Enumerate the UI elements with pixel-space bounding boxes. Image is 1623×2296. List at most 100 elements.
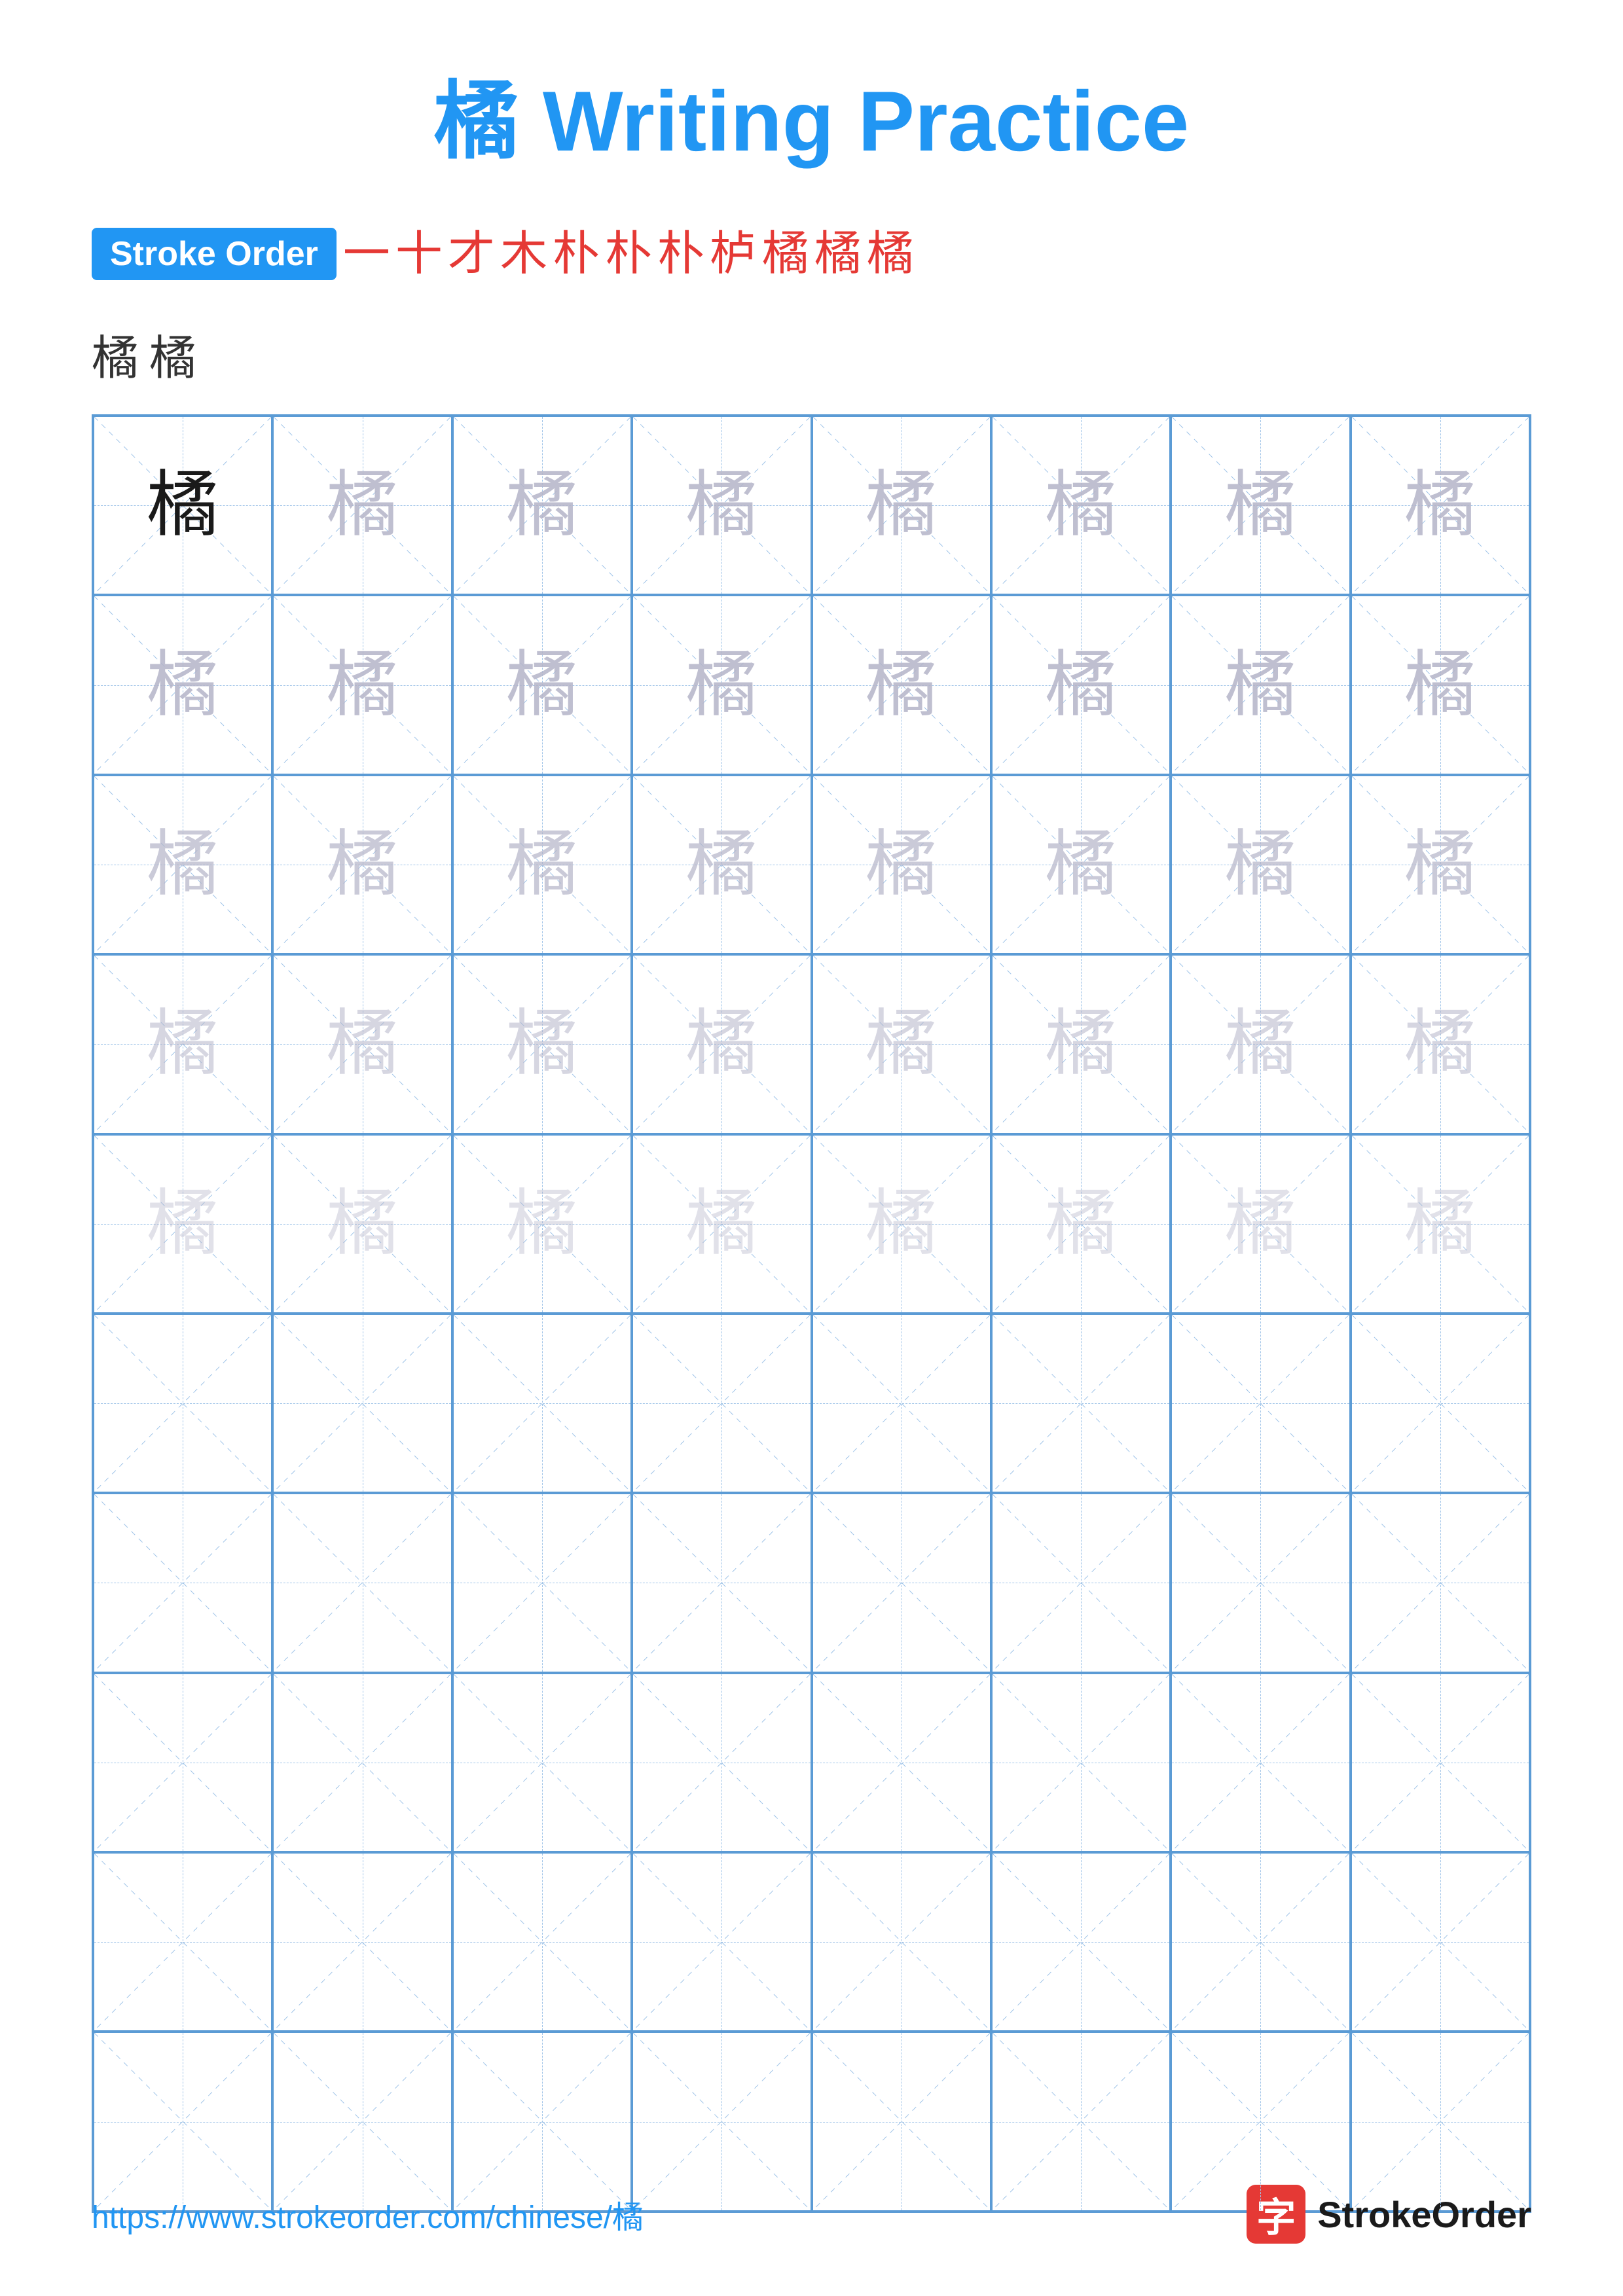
practice-char: 橘 bbox=[327, 649, 399, 721]
footer-logo-char: 字 bbox=[1256, 2186, 1296, 2243]
practice-char: 橘 bbox=[1404, 829, 1476, 901]
grid-cell: 橘 bbox=[93, 595, 272, 774]
grid-cell: 橘 bbox=[272, 416, 452, 595]
grid-cell: 橘 bbox=[452, 416, 632, 595]
practice-char: 橘 bbox=[866, 469, 938, 541]
stroke-char-3: 才 bbox=[448, 230, 495, 278]
footer: https://www.strokeorder.com/chinese/橘 字 … bbox=[92, 2185, 1531, 2244]
grid-cell[interactable] bbox=[812, 1673, 991, 1852]
grid-cell[interactable] bbox=[452, 1314, 632, 1493]
footer-brand: 字 StrokeOrder bbox=[1247, 2185, 1531, 2244]
grid-cell[interactable] bbox=[1351, 1673, 1530, 1852]
grid-cell[interactable] bbox=[991, 1314, 1171, 1493]
grid-row: 橘橘橘橘橘橘橘橘 bbox=[93, 595, 1530, 774]
practice-char: 橘 bbox=[147, 649, 219, 721]
grid-cell[interactable] bbox=[1171, 1493, 1350, 1672]
practice-char: 橘 bbox=[1045, 1188, 1117, 1260]
grid-cell: 橘 bbox=[1171, 1134, 1350, 1314]
footer-url[interactable]: https://www.strokeorder.com/chinese/橘 bbox=[92, 2191, 644, 2237]
stroke-order-row2: 橘 橘 bbox=[92, 319, 1531, 388]
grid-cell[interactable] bbox=[452, 1493, 632, 1672]
grid-cell[interactable] bbox=[1351, 1852, 1530, 2032]
grid-cell[interactable] bbox=[812, 1493, 991, 1672]
stroke-order-chars: 一 十 才 木 朴 朴 朴 栌 橘 橘 橘 bbox=[343, 230, 914, 278]
stroke-char-10: 橘 bbox=[814, 230, 862, 278]
cell-guide-svg bbox=[454, 1494, 630, 1671]
cell-guide-svg bbox=[1352, 1494, 1529, 1671]
practice-char: 橘 bbox=[147, 1188, 219, 1260]
cell-guide-svg bbox=[993, 2033, 1169, 2210]
cell-guide-svg bbox=[454, 2033, 630, 2210]
grid-cell: 橘 bbox=[1171, 595, 1350, 774]
practice-char: 橘 bbox=[866, 829, 938, 901]
grid-cell[interactable] bbox=[272, 1493, 452, 1672]
practice-char: 橘 bbox=[506, 829, 578, 901]
grid-cell[interactable] bbox=[272, 1673, 452, 1852]
grid-cell[interactable] bbox=[632, 1852, 811, 2032]
cell-guide-svg bbox=[274, 1494, 450, 1671]
grid-cell: 橘 bbox=[1171, 954, 1350, 1134]
grid-cell[interactable] bbox=[452, 1852, 632, 2032]
page-title: 橘 Writing Practice bbox=[92, 52, 1531, 175]
grid-cell[interactable] bbox=[991, 1493, 1171, 1672]
grid-row bbox=[93, 1314, 1530, 1493]
grid-cell[interactable] bbox=[272, 1852, 452, 2032]
cell-guide-svg bbox=[454, 1674, 630, 1851]
stroke-char-9: 橘 bbox=[762, 230, 809, 278]
grid-cell[interactable] bbox=[812, 1314, 991, 1493]
grid-cell: 橘 bbox=[632, 775, 811, 954]
cell-guide-svg bbox=[633, 1494, 810, 1671]
cell-guide-svg bbox=[993, 1674, 1169, 1851]
practice-char: 橘 bbox=[147, 469, 219, 541]
grid-cell[interactable] bbox=[1171, 1673, 1350, 1852]
grid-cell[interactable] bbox=[452, 1673, 632, 1852]
grid-cell[interactable] bbox=[93, 1673, 272, 1852]
grid-row: 橘橘橘橘橘橘橘橘 bbox=[93, 954, 1530, 1134]
grid-cell: 橘 bbox=[1351, 1134, 1530, 1314]
stroke-char-1: 一 bbox=[343, 230, 390, 278]
grid-cell[interactable] bbox=[1351, 1493, 1530, 1672]
cell-guide-svg bbox=[1172, 2033, 1349, 2210]
grid-cell[interactable] bbox=[272, 1314, 452, 1493]
cell-guide-svg bbox=[1352, 1674, 1529, 1851]
cell-guide-svg bbox=[94, 2033, 271, 2210]
grid-cell[interactable] bbox=[1171, 1314, 1350, 1493]
stroke-char-2: 十 bbox=[395, 230, 443, 278]
grid-cell[interactable] bbox=[1351, 1314, 1530, 1493]
grid-cell[interactable] bbox=[632, 1673, 811, 1852]
grid-cell: 橘 bbox=[991, 775, 1171, 954]
cell-guide-svg bbox=[274, 1854, 450, 2030]
cell-guide-svg bbox=[1352, 2033, 1529, 2210]
grid-cell[interactable] bbox=[93, 1493, 272, 1672]
practice-char: 橘 bbox=[1224, 1008, 1296, 1080]
footer-logo-box: 字 bbox=[1247, 2185, 1305, 2244]
grid-cell[interactable] bbox=[632, 1493, 811, 1672]
practice-char: 橘 bbox=[685, 829, 757, 901]
grid-cell: 橘 bbox=[452, 775, 632, 954]
practice-char: 橘 bbox=[1224, 649, 1296, 721]
practice-char: 橘 bbox=[1224, 1188, 1296, 1260]
grid-cell[interactable] bbox=[812, 1852, 991, 2032]
grid-cell[interactable] bbox=[991, 1673, 1171, 1852]
grid-cell[interactable] bbox=[93, 1852, 272, 2032]
cell-guide-svg bbox=[454, 1315, 630, 1492]
practice-char: 橘 bbox=[685, 469, 757, 541]
practice-grid: 橘橘橘橘橘橘橘橘橘橘橘橘橘橘橘橘橘橘橘橘橘橘橘橘橘橘橘橘橘橘橘橘橘橘橘橘橘橘橘橘 bbox=[92, 414, 1531, 2213]
page: 橘 Writing Practice Stroke Order 一 十 才 木 … bbox=[0, 0, 1623, 2296]
practice-char: 橘 bbox=[1224, 829, 1296, 901]
grid-cell: 橘 bbox=[272, 954, 452, 1134]
cell-guide-svg bbox=[1172, 1674, 1349, 1851]
grid-cell: 橘 bbox=[991, 595, 1171, 774]
grid-cell[interactable] bbox=[1171, 1852, 1350, 2032]
grid-cell[interactable] bbox=[632, 1314, 811, 1493]
grid-cell[interactable] bbox=[991, 1852, 1171, 2032]
practice-char: 橘 bbox=[685, 1188, 757, 1260]
grid-cell: 橘 bbox=[632, 595, 811, 774]
practice-char: 橘 bbox=[506, 469, 578, 541]
grid-cell[interactable] bbox=[93, 1314, 272, 1493]
grid-row: 橘橘橘橘橘橘橘橘 bbox=[93, 775, 1530, 954]
cell-guide-svg bbox=[633, 1674, 810, 1851]
cell-guide-svg bbox=[993, 1494, 1169, 1671]
practice-char: 橘 bbox=[1045, 649, 1117, 721]
cell-guide-svg bbox=[1172, 1315, 1349, 1492]
